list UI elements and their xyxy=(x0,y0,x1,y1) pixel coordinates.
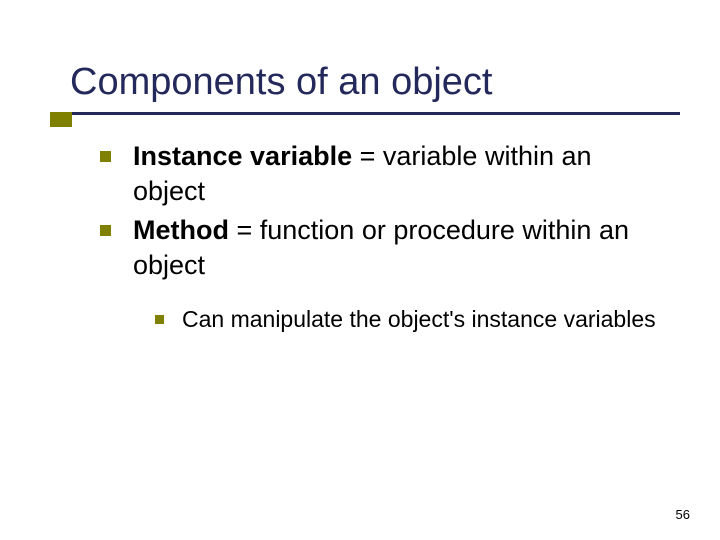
title-underline xyxy=(70,112,680,115)
sub-content: Can manipulate the object's instance var… xyxy=(0,287,720,335)
bullet-square-icon xyxy=(100,225,111,236)
sub-bullet-square-icon xyxy=(155,315,164,324)
sub-bullet-item: Can manipulate the object's instance var… xyxy=(155,305,660,335)
main-content: Instance variable = variable within an o… xyxy=(0,115,720,283)
bullet-square-icon xyxy=(100,151,111,162)
title-accent-box xyxy=(50,112,72,127)
bullet-bold: Method xyxy=(133,215,229,245)
bullet-item: Instance variable = variable within an o… xyxy=(100,139,670,209)
title-area: Components of an object xyxy=(0,0,720,115)
bullet-item: Method = function or procedure within an… xyxy=(100,213,670,283)
sub-bullet-text: Can manipulate the object's instance var… xyxy=(182,305,656,335)
bullet-text: Instance variable = variable within an o… xyxy=(133,139,670,209)
page-number: 56 xyxy=(676,507,690,522)
bullet-bold: Instance variable xyxy=(133,141,352,171)
slide-title: Components of an object xyxy=(70,60,720,106)
bullet-text: Method = function or procedure within an… xyxy=(133,213,670,283)
